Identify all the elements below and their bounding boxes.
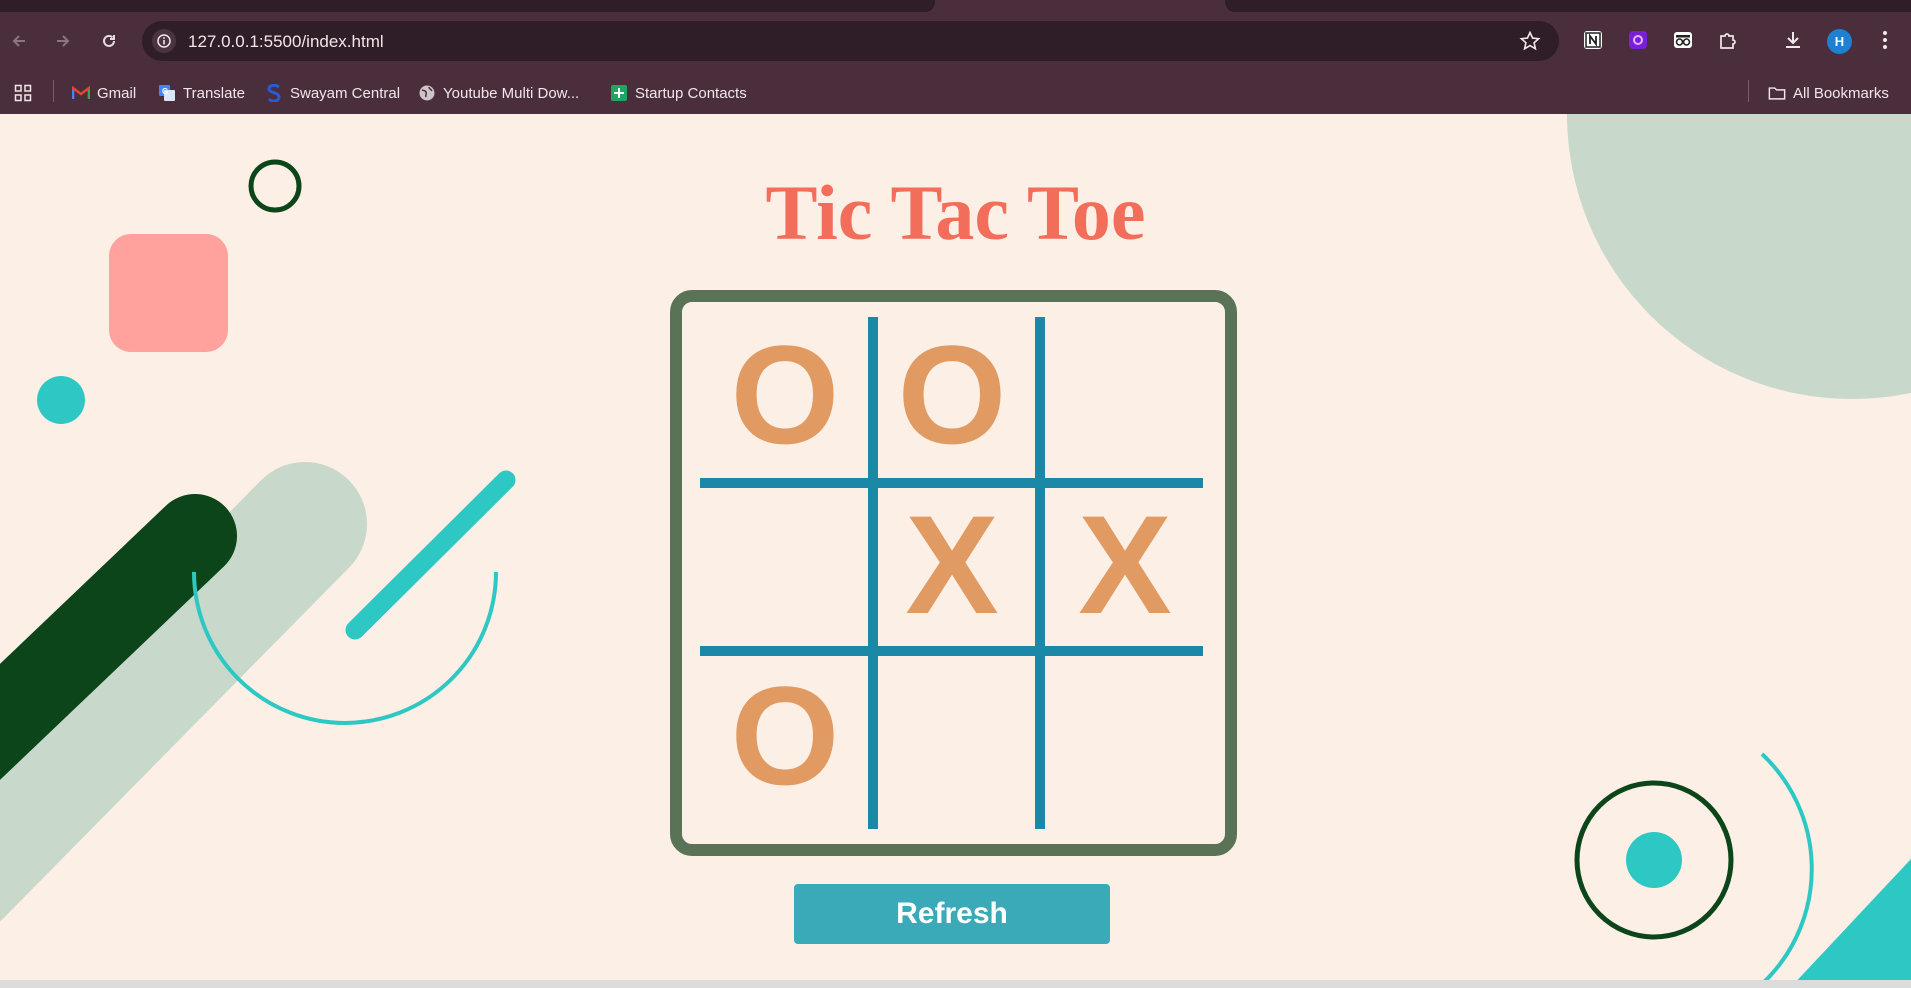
folder-icon <box>1768 84 1786 102</box>
all-bookmarks[interactable]: All Bookmarks <box>1768 82 1889 104</box>
apps-grid-icon[interactable] <box>14 82 32 104</box>
tab-strip <box>0 0 1911 12</box>
board-cell-6[interactable]: X <box>1042 482 1208 648</box>
address-bar[interactable]: 127.0.0.1:5500/index.html <box>142 21 1559 61</box>
globe-icon <box>418 84 436 102</box>
all-bookmarks-label: All Bookmarks <box>1793 84 1889 102</box>
board-cell-4[interactable] <box>702 482 868 648</box>
incognito-extension-icon[interactable] <box>1671 28 1695 52</box>
board-cell-7[interactable]: O <box>702 653 868 819</box>
bookmark-label: Youtube Multi Dow... <box>443 84 580 102</box>
teal-target-dot <box>1626 832 1682 888</box>
site-info-icon[interactable] <box>152 29 176 53</box>
gmail-icon <box>72 84 90 102</box>
game-title: Tic Tac Toe <box>765 169 1146 256</box>
extensions-puzzle-icon[interactable] <box>1716 28 1740 52</box>
swayam-icon <box>265 84 283 102</box>
game-page: Tic Tac Toe O O X X O Refresh <box>0 114 1911 988</box>
bookmarks-separator <box>53 80 54 102</box>
bookmark-label: Gmail <box>97 84 137 102</box>
notion-extension-icon[interactable] <box>1581 28 1605 52</box>
game-board: O O X X O <box>670 290 1237 856</box>
refresh-button[interactable]: Refresh <box>794 884 1110 944</box>
tab-other[interactable] <box>1225 0 1911 12</box>
board-cell-9[interactable] <box>1039 653 1205 819</box>
teal-dot <box>37 376 85 424</box>
board-cell-3[interactable] <box>1039 312 1205 478</box>
bookmark-gmail[interactable]: Gmail <box>72 82 136 104</box>
back-icon[interactable] <box>8 30 30 52</box>
browser-menu-icon[interactable] <box>1873 28 1897 52</box>
bookmark-label: Startup Contacts <box>635 84 747 102</box>
tab-active[interactable] <box>0 0 935 12</box>
downloads-icon[interactable] <box>1781 28 1805 52</box>
board-cell-2[interactable]: O <box>869 312 1035 478</box>
translate-icon: G <box>158 84 176 102</box>
bookmark-startup-contacts[interactable]: Startup Contacts <box>610 82 747 104</box>
url-text[interactable]: 127.0.0.1:5500/index.html <box>188 32 384 52</box>
bookmark-label: Swayam Central <box>290 84 401 102</box>
bookmarks-separator <box>1748 80 1749 102</box>
bookmark-translate[interactable]: G Translate <box>158 82 245 104</box>
bookmark-swayam-central[interactable]: Swayam Central <box>265 82 400 104</box>
board-cell-1[interactable]: O <box>702 312 868 478</box>
teal-diagonal-stroke <box>345 470 516 640</box>
reload-icon[interactable] <box>98 30 120 52</box>
screen-recorder-extension-icon[interactable] <box>1626 28 1650 52</box>
sheets-icon <box>610 84 628 102</box>
teal-corner-triangle <box>1790 859 1911 988</box>
board-cell-5[interactable]: X <box>869 482 1035 648</box>
bookmark-label: Translate <box>183 84 245 102</box>
board-cell-8[interactable] <box>869 653 1035 819</box>
bookmark-star-icon[interactable] <box>1519 30 1541 57</box>
bookmark-youtube-multi-downloader[interactable]: Youtube Multi Dow... <box>418 82 579 104</box>
profile-avatar[interactable]: H <box>1827 29 1852 54</box>
window-bottom-edge <box>0 980 1911 988</box>
forward-icon[interactable] <box>52 30 74 52</box>
svg-text:G: G <box>162 87 168 96</box>
